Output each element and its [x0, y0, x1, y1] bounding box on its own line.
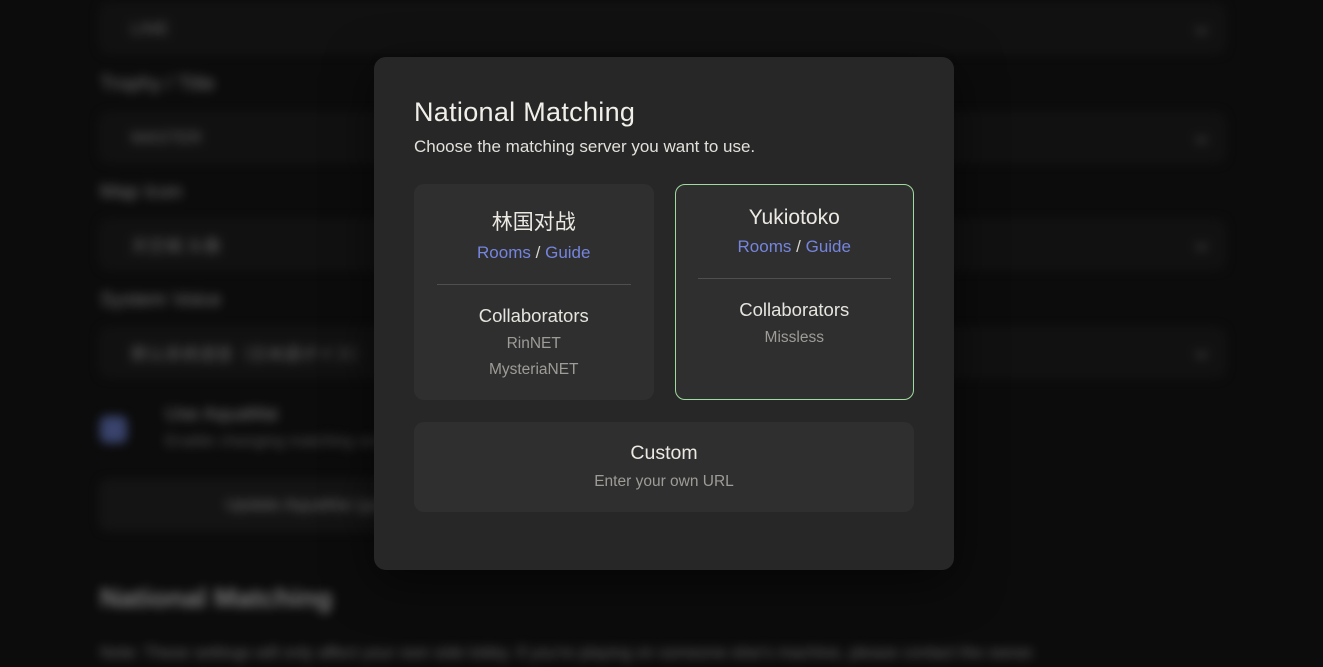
server-name: 林国对战 [429, 206, 639, 236]
rooms-link[interactable]: Rooms [738, 237, 792, 256]
collaborator-name: Missless [690, 329, 900, 347]
server-links: Rooms / Guide [429, 243, 639, 263]
dialog-subtitle: Choose the matching server you want to u… [414, 137, 914, 157]
collaborators-heading: Collaborators [429, 305, 639, 327]
server-name: Yukiotoko [690, 206, 900, 230]
dialog-title: National Matching [414, 97, 914, 128]
link-separator: / [536, 243, 541, 262]
server-card-yukiotoko[interactable]: Yukiotoko Rooms / Guide Collaborators Mi… [675, 184, 915, 400]
server-card-linguo[interactable]: 林国对战 Rooms / Guide Collaborators RinNET … [414, 184, 654, 400]
collaborators-heading: Collaborators [690, 299, 900, 321]
collaborator-name: RinNET [429, 335, 639, 353]
card-divider [437, 284, 631, 285]
collaborator-name: MysteriaNET [429, 361, 639, 379]
server-links: Rooms / Guide [690, 237, 900, 257]
guide-link[interactable]: Guide [806, 237, 851, 256]
screen: LINE Trophy / Title MASTER Map Icon 天空城 … [0, 0, 1323, 667]
server-card-custom[interactable]: Custom Enter your own URL [414, 422, 914, 512]
custom-card-subtitle: Enter your own URL [428, 473, 900, 491]
server-options-row: 林国对战 Rooms / Guide Collaborators RinNET … [414, 184, 914, 400]
custom-card-title: Custom [428, 442, 900, 465]
national-matching-dialog: National Matching Choose the matching se… [374, 57, 954, 570]
guide-link[interactable]: Guide [545, 243, 590, 262]
link-separator: / [796, 237, 801, 256]
rooms-link[interactable]: Rooms [477, 243, 531, 262]
card-divider [698, 278, 892, 279]
